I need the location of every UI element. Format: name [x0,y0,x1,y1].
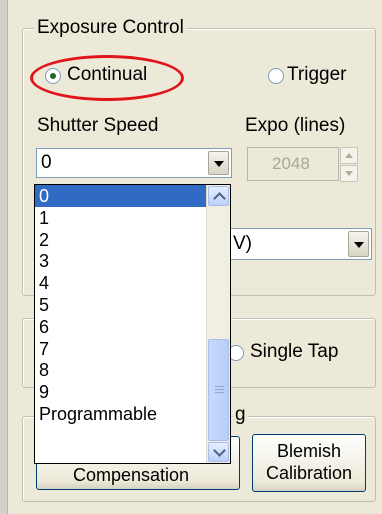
dropdown-scrollbar[interactable] [206,185,230,463]
compensation-label: Compensation [73,465,190,485]
grip-line [215,386,224,387]
blemish-calibration-button[interactable]: Blemish Calibration [252,434,366,492]
secondary-combo-value: V) [233,233,252,254]
dropdown-option-programmable[interactable]: Programmable [35,403,230,425]
correction-group-title-fragment: g [233,404,248,426]
expo-spin-up [340,147,358,164]
highlight-circle [30,55,184,101]
shutter-speed-combo[interactable]: 0 [36,148,232,178]
shutter-speed-label: Shutter Speed [37,115,159,136]
dropdown-option-2[interactable]: 2 [35,229,230,251]
chevron-down-icon [214,161,224,167]
single-tap-label[interactable]: Single Tap [250,341,338,363]
dropdown-option-1[interactable]: 1 [35,207,230,229]
expo-lines-field: 2048 [247,147,339,181]
expo-lines-value: 2048 [272,154,310,173]
chevron-up-icon [213,192,226,205]
trigger-radio[interactable] [268,68,284,84]
scroll-thumb[interactable] [208,339,229,441]
shutter-speed-value: 0 [41,152,52,173]
dropdown-option-0[interactable]: 0 [35,185,230,207]
shutter-dropdown-button[interactable] [208,151,229,175]
dropdown-option-6[interactable]: 6 [35,316,230,338]
dropdown-option-3[interactable]: 3 [35,250,230,272]
blemish-label-line1: Blemish [276,441,342,461]
blemish-label-line2: Calibration [265,463,353,483]
expo-lines-label: Expo (lines) [245,115,346,136]
window-left-edge [0,0,8,514]
dropdown-option-8[interactable]: 8 [35,359,230,381]
dropdown-option-4[interactable]: 4 [35,272,230,294]
dropdown-option-9[interactable]: 9 [35,381,230,403]
scroll-down-button[interactable] [208,442,229,462]
grip-line [215,389,224,390]
chevron-down-icon [354,242,364,248]
secondary-dropdown-button[interactable] [348,231,369,257]
expo-spin-down [340,165,358,182]
trigger-label[interactable]: Trigger [287,64,346,86]
dropdown-option-7[interactable]: 7 [35,338,230,360]
shutter-speed-dropdown-list[interactable]: 0 1 2 3 4 5 6 7 8 9 Programmable [34,184,231,464]
scroll-up-button[interactable] [208,186,229,206]
grip-line [215,392,224,393]
chevron-down-icon [213,444,226,457]
dropdown-option-5[interactable]: 5 [35,294,230,316]
exposure-control-title: Exposure Control [34,17,187,39]
